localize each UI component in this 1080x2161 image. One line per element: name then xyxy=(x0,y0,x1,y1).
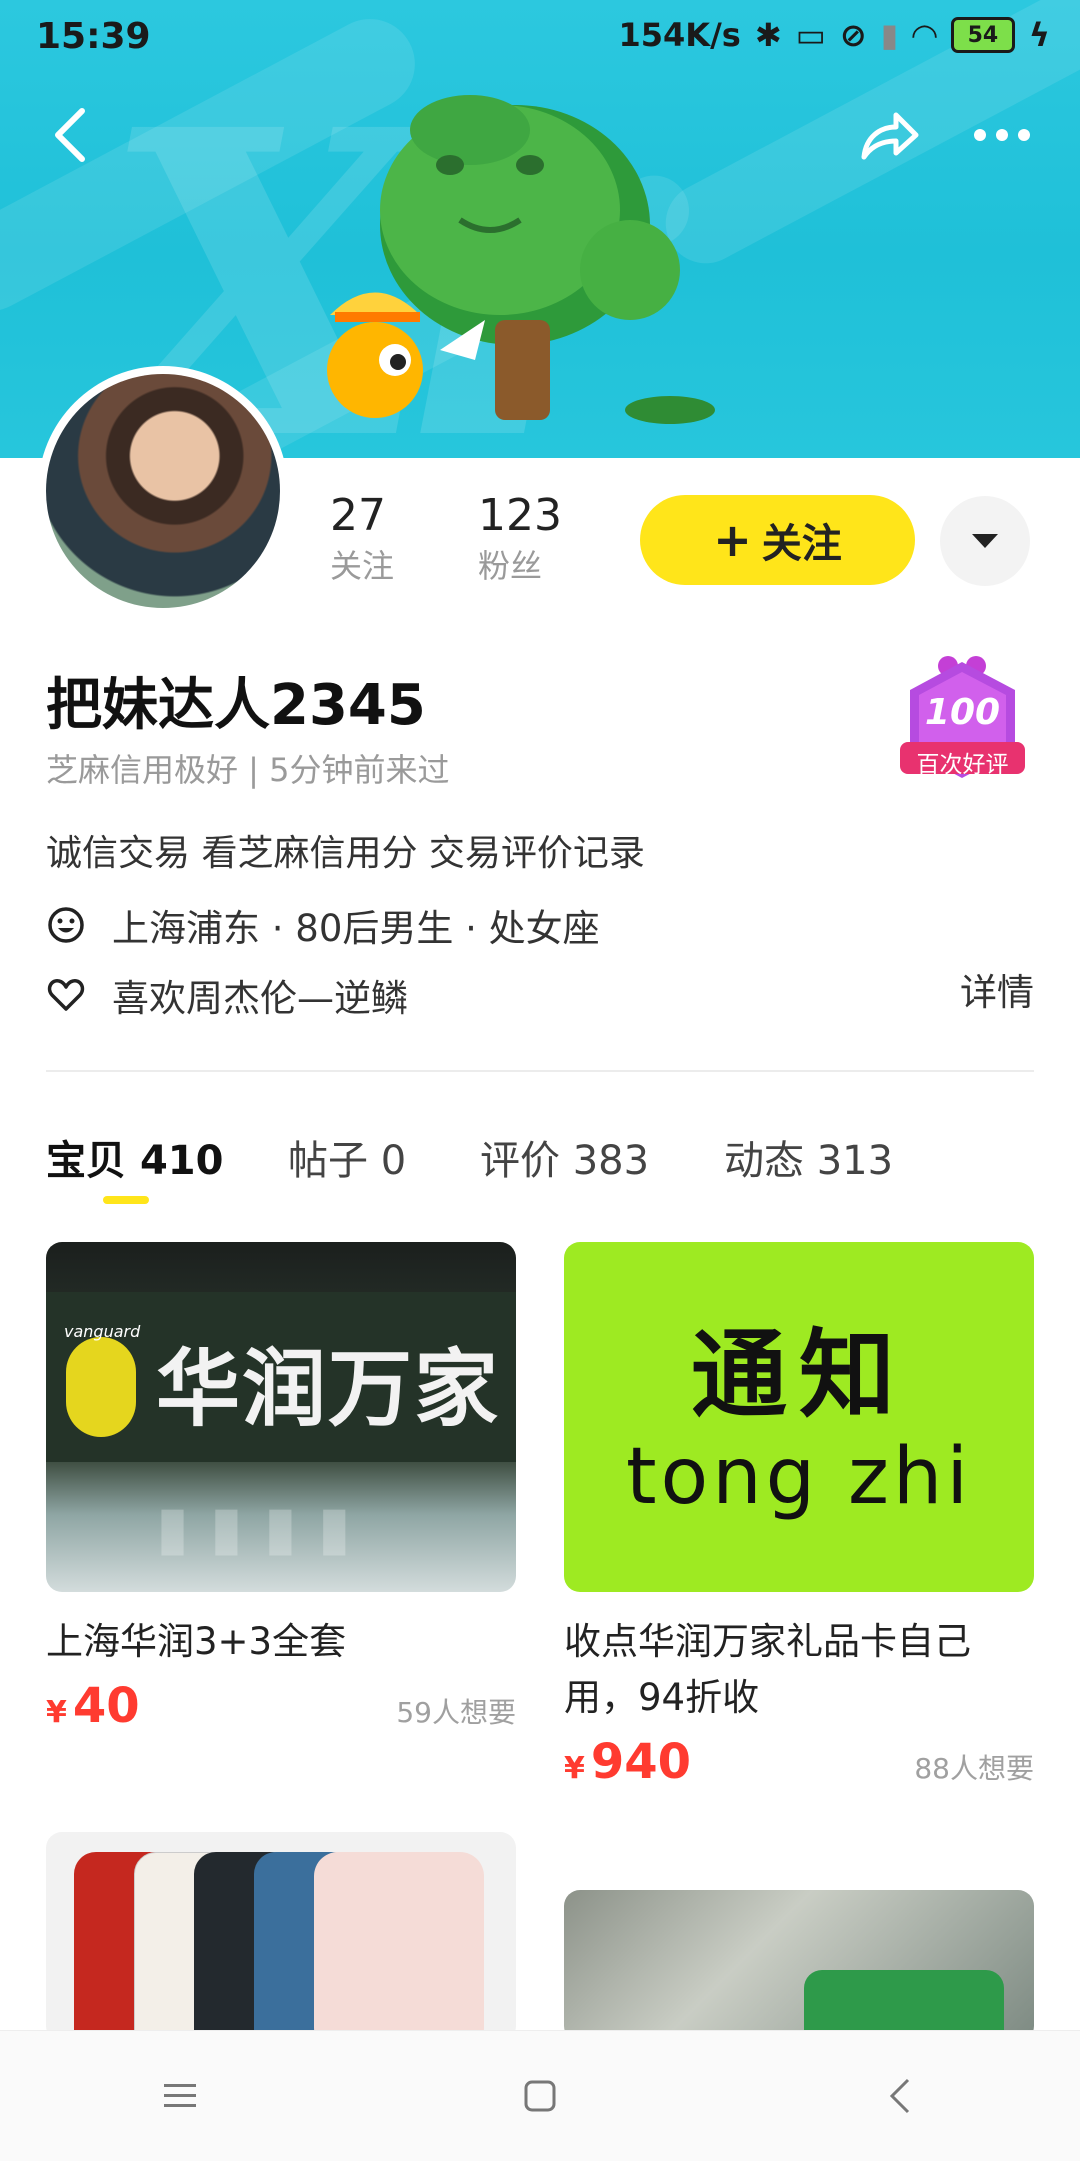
tab-label: 宝贝 xyxy=(46,1138,126,1184)
nav-back-button[interactable] xyxy=(855,2051,945,2141)
want-count: 88人想要 xyxy=(914,1752,1034,1785)
fans-label: 粉丝 xyxy=(478,547,543,585)
item-card-partial[interactable] xyxy=(46,1832,516,2042)
tab-label: 评价 xyxy=(480,1138,560,1184)
tab-count: 410 xyxy=(139,1138,224,1184)
item-price: ¥ 940 xyxy=(564,1734,691,1790)
follow-button-label: 关注 xyxy=(761,521,842,567)
badge-number: 100 xyxy=(924,692,1001,733)
status-bar: 15:39 154K/s ✱ ▭ ⊘ ▮ ◠ 54 ϟ xyxy=(0,0,1080,76)
network-speed: 154K/s xyxy=(618,16,741,54)
battery-level: 54 xyxy=(967,22,999,48)
likes-row: 喜欢周杰伦—逆鳞 xyxy=(46,968,408,1022)
tab-label: 动态 xyxy=(724,1138,804,1184)
fans-stat[interactable]: 123 粉丝 xyxy=(478,490,562,587)
more-options-button[interactable] xyxy=(962,95,1042,175)
nickname: 把妹达人2345 xyxy=(46,673,426,738)
price-value: 40 xyxy=(72,1678,140,1734)
menu-button[interactable] xyxy=(135,2051,225,2141)
charging-icon: ϟ xyxy=(1028,16,1050,54)
tab-activity[interactable]: 动态 313 xyxy=(724,1128,893,1186)
likes-text: 喜欢周杰伦—逆鳞 xyxy=(112,977,408,1020)
more-icon xyxy=(974,129,1030,141)
location-info: 上海浦东 · 80后男生 · 处女座 xyxy=(112,907,600,950)
share-icon xyxy=(861,112,919,160)
badge-text: 百次好评 xyxy=(916,752,1009,778)
item-title: 上海华润3+3全套 xyxy=(46,1620,347,1663)
detail-link[interactable]: 详情 xyxy=(960,962,1034,1016)
system-nav-bar xyxy=(0,2030,1080,2161)
tab-indicator xyxy=(103,1196,149,1204)
menu-icon xyxy=(164,2084,196,2107)
divider xyxy=(46,1070,1034,1072)
image-subtext: vanguard xyxy=(64,1322,141,1341)
signal-icon: ▮ xyxy=(880,16,899,54)
item-card-partial[interactable] xyxy=(564,1890,1034,2042)
following-count: 27 xyxy=(330,490,386,541)
image-text: 通知 xyxy=(691,1319,907,1431)
mute-icon: ⊘ xyxy=(839,16,867,54)
credit-line: 芝麻信用极好 | 5分钟前来过 xyxy=(46,751,450,789)
tab-posts[interactable]: 帖子 0 xyxy=(288,1128,406,1186)
face-icon xyxy=(48,907,84,943)
currency-symbol: ¥ xyxy=(564,1751,585,1786)
price-value: 940 xyxy=(590,1734,692,1790)
fans-count: 123 xyxy=(478,490,562,541)
heart-icon xyxy=(47,978,85,1011)
location-row: 上海浦东 · 80后男生 · 处女座 xyxy=(46,898,600,952)
bio: 诚信交易 看芝麻信用分 交易评价记录 xyxy=(46,833,645,874)
want-count: 59人想要 xyxy=(396,1696,516,1729)
item-card[interactable]: 通知 tong zhi 收点华润万家礼品卡自己用，94折收 ¥ 940 88人想… xyxy=(564,1242,1034,1790)
tab-label: 帖子 xyxy=(288,1138,368,1184)
item-price: ¥ 40 xyxy=(46,1678,140,1734)
tab-count: 383 xyxy=(572,1138,650,1184)
back-button[interactable] xyxy=(30,95,110,175)
avatar[interactable] xyxy=(38,366,288,616)
status-time: 15:39 xyxy=(36,16,151,57)
profile-dropdown-button[interactable] xyxy=(940,496,1030,586)
item-image: vanguard 华润万家 ▮ ▮ ▮ ▮ xyxy=(46,1242,516,1592)
praise-badge[interactable]: 100 百次好评 xyxy=(900,650,1025,790)
plus-icon: + xyxy=(713,513,752,567)
battery-icon: 54 xyxy=(950,17,1015,53)
item-title: 收点华润万家礼品卡自己用，94折收 xyxy=(564,1620,971,1719)
status-icons: 154K/s ✱ ▭ ⊘ ▮ ◠ 54 ϟ xyxy=(618,16,1050,54)
following-label: 关注 xyxy=(330,547,395,585)
phone-image-pink xyxy=(314,1852,484,2042)
tab-count: 313 xyxy=(816,1138,894,1184)
following-stat[interactable]: 27 关注 xyxy=(330,490,394,587)
nav-back-icon xyxy=(889,2078,910,2114)
bluetooth-icon: ✱ xyxy=(754,16,782,54)
caret-down-icon xyxy=(972,534,998,548)
item-card[interactable]: vanguard 华润万家 ▮ ▮ ▮ ▮ 上海华润3+3全套 ¥ 40 59人… xyxy=(46,1242,516,1734)
tab-reviews[interactable]: 评价 383 xyxy=(480,1128,649,1186)
image-subtext: tong zhi xyxy=(625,1432,973,1522)
follow-button[interactable]: + 关注 xyxy=(640,495,915,585)
avatar-image xyxy=(46,374,280,608)
image-text: 华润万家 xyxy=(156,1340,501,1438)
item-image: 通知 tong zhi xyxy=(564,1242,1034,1592)
tab-count: 0 xyxy=(380,1138,407,1184)
wifi-icon: ◠ xyxy=(912,16,937,54)
back-icon xyxy=(55,108,85,162)
vibrate-icon: ▭ xyxy=(795,16,826,54)
banner-illustration xyxy=(327,95,715,424)
currency-symbol: ¥ xyxy=(46,1695,67,1730)
share-button[interactable] xyxy=(848,95,928,175)
tab-items[interactable]: 宝贝 410 xyxy=(46,1128,223,1186)
home-button[interactable] xyxy=(495,2051,585,2141)
home-icon xyxy=(524,2080,556,2112)
